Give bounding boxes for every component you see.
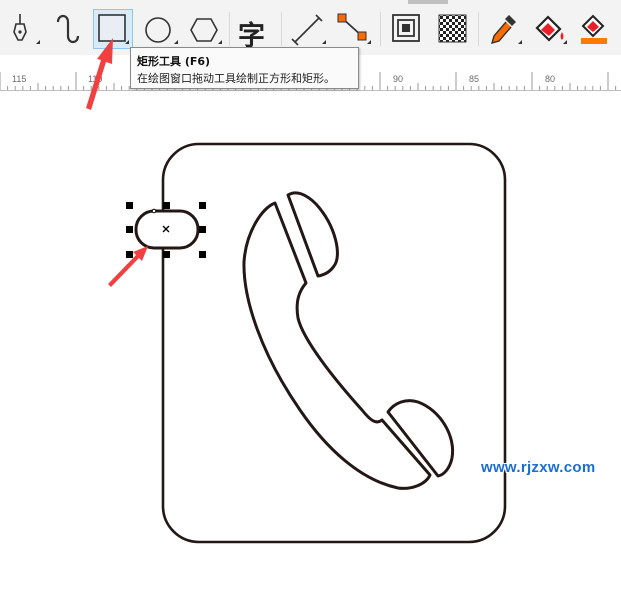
rotation-node-icon: [151, 208, 157, 214]
rounded-rectangle-frame: [161, 142, 507, 544]
selection-handle-bottom[interactable]: [163, 251, 170, 258]
tooltip-description: 在绘图窗口拖动工具绘制正方形和矩形。: [137, 72, 335, 85]
drawing-canvas[interactable]: [0, 0, 621, 600]
selection-handle-top-right[interactable]: [199, 202, 206, 209]
telephone-handset-icon: [242, 191, 455, 490]
selection-handle-bottom-left[interactable]: [126, 251, 133, 258]
selection-handle-top[interactable]: [163, 202, 170, 209]
selection-handle-left[interactable]: [126, 226, 133, 233]
selection-handle-bottom-right[interactable]: [199, 251, 206, 258]
selection-handle-right[interactable]: [199, 226, 206, 233]
watermark-text: www.rjzxw.com: [481, 459, 596, 476]
rectangle-tool-tooltip: 矩形工具 (F6) 在绘图窗口拖动工具绘制正方形和矩形。: [130, 47, 359, 89]
tooltip-title: 矩形工具 (F6): [137, 55, 211, 68]
selection-handle-top-left[interactable]: [126, 202, 133, 209]
red-arrow-toolbar: [86, 38, 113, 110]
